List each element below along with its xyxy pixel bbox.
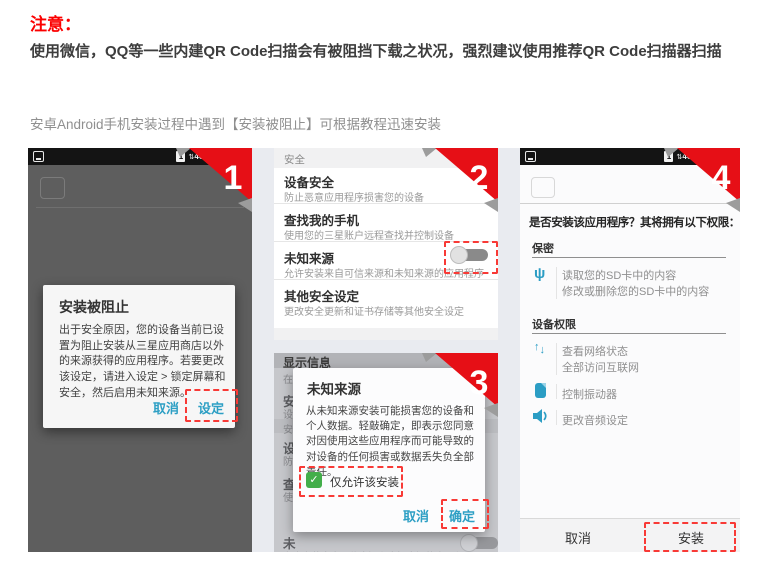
step-number: 1 [224,159,243,197]
step-number: 3 [470,364,489,402]
dimmed-toggle [460,533,498,552]
dialog-title: 安装被阻止 [59,297,129,317]
section-device-perms: 设备权限 [532,316,576,332]
notice-title: 注意： [30,10,81,35]
settings-header-label: 安全 [284,152,305,167]
permission-read-sd: 读取您的SD卡中的内容 [562,267,676,283]
permission-view-network: 查看网络状态 [562,343,628,359]
divider [556,384,557,399]
notice-body: 使用微信，QQ等一些内建QR Code扫描会有被阻挡下载之状况，强烈建议使用推荐… [30,40,746,65]
step-number: 4 [712,159,731,197]
section-underline [532,333,726,334]
divider [556,343,557,375]
cancel-button[interactable]: 取消 [565,528,591,547]
highlight-toggle [444,241,498,274]
step-ribbon-1: 1 [176,148,252,212]
step-ribbon-3: 3 [422,353,498,417]
dimmed-text: 在 [283,371,293,386]
section-privacy: 保密 [532,240,554,256]
screenshot-security-settings: 安全 设备安全 防止恶意应用程序损害您的设备 查找我的手机 使用您的三星账户远程… [274,148,498,340]
network-state-icon: ↑↓ [534,341,545,353]
tutorial-subtitle: 安卓Android手机安装过程中遇到【安装被阻止】可根据教程迅速安装 [30,113,441,133]
section-underline [532,257,726,258]
install-blocked-dialog: 安装被阻止 出于安全原因，您的设备当前已设置为阻止安装从三星应用商店以外的来源获… [43,285,235,428]
settings-footer-band [274,328,498,340]
highlight-settings-button [185,389,238,422]
install-question: 是否安装该应用程序？其将拥有以下权限： [529,214,740,230]
highlight-confirm-button [441,499,489,529]
sim-card-icon [525,151,536,162]
dimmed-text: 允许安装来自可信来源和未知来源的应用程序 [283,549,473,552]
divider [556,410,557,425]
app-icon-placeholder [40,177,65,199]
screenshot-unknown-sources-dialog: 显示信息 在 安 设 安 设 防 查 使 未 允许安装来自可信来源和未知来源的应… [274,353,498,552]
highlight-checkbox [299,466,403,497]
cancel-button[interactable]: 取消 [153,398,179,417]
usb-storage-icon: ψ [534,265,545,282]
permission-change-audio: 更改音频设定 [562,412,628,428]
tutorial-page: 注意： 使用微信，QQ等一些内建QR Code扫描会有被阻挡下载之状况，强烈建议… [0,0,767,570]
dialog-title: 未知来源 [307,378,361,398]
step-ribbon-2: 2 [422,148,498,212]
cancel-button[interactable]: 取消 [403,506,429,525]
screenshots-band: 1 ⇅4G 7 安装被阻止 出于安全原因，您的设备当前已设置为阻止安装从三星应用… [28,148,740,552]
item-subtitle: 更改安全更新和证书存储等其他安全设定 [284,303,464,318]
permission-modify-sd: 修改或删除您的SD卡中的内容 [562,283,709,299]
dimmed-text: 安 [283,421,293,436]
permission-full-internet: 全部访问互联网 [562,359,639,375]
dimmed-text: 使 [283,489,293,504]
vibration-icon [534,382,547,399]
item-subtitle: 使用您的三星账户远程查找并控制设备 [284,227,454,242]
highlight-install-button [644,522,736,552]
divider [274,279,498,280]
item-subtitle: 防止恶意应用程序损害您的设备 [284,189,424,204]
step-number: 2 [470,159,489,197]
sim-card-icon [33,151,44,162]
audio-settings-icon [533,409,550,423]
divider [556,267,557,299]
screenshot-install-permissions: 1 ⇅4G 7 是否安装该应用程序？其将拥有以下权限： 保密 ψ 读取您的SD卡… [520,148,740,552]
app-icon-placeholder [531,177,555,198]
dimmed-text: 防 [283,453,293,468]
screenshot-install-blocked: 1 ⇅4G 7 安装被阻止 出于安全原因，您的设备当前已设置为阻止安装从三星应用… [28,148,252,552]
permission-control-vibration: 控制振动器 [562,386,617,402]
step-ribbon-4: 4 [664,148,740,212]
